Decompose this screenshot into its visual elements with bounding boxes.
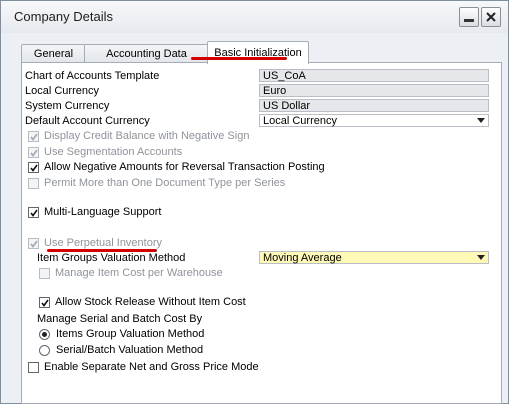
title-bar: Company Details <box>1 1 508 33</box>
checkmark-icon <box>41 299 49 307</box>
annotation-underline-perpetual <box>47 249 157 252</box>
company-details-window: Company Details General Accounting Data … <box>0 0 509 404</box>
chevron-down-icon <box>477 118 485 123</box>
local-currency-label: Local Currency <box>25 85 99 97</box>
checkmark-icon <box>30 164 38 172</box>
stock-release-checkbox[interactable] <box>39 297 50 308</box>
multi-doc-type-checkbox[interactable] <box>28 178 39 189</box>
perpetual-inventory-checkbox[interactable] <box>28 238 39 249</box>
separate-price-mode-label: Enable Separate Net and Gross Price Mode <box>44 361 259 373</box>
checkmark-icon <box>30 240 38 248</box>
coa-template-label: Chart of Accounts Template <box>25 70 160 82</box>
valuation-method-label: Item Groups Valuation Method <box>37 252 186 264</box>
serial-batch-heading: Manage Serial and Batch Cost By <box>37 313 203 325</box>
local-currency-field: Euro <box>259 84 489 97</box>
items-group-valuation-label: Items Group Valuation Method <box>56 328 205 340</box>
chevron-down-icon <box>477 255 485 260</box>
segmentation-label: Use Segmentation Accounts <box>44 146 183 158</box>
serial-batch-valuation-label: Serial/Batch Valuation Method <box>56 344 204 356</box>
valuation-method-select[interactable]: Moving Average <box>259 251 489 264</box>
tab-accounting-data[interactable]: Accounting Data <box>84 44 209 63</box>
cost-per-warehouse-label: Manage Item Cost per Warehouse <box>55 267 223 279</box>
cost-per-warehouse-checkbox[interactable] <box>39 268 50 279</box>
basic-initialization-panel: Chart of Accounts Template US_CoA Local … <box>21 62 502 404</box>
window-title: Company Details <box>14 9 113 24</box>
items-group-valuation-radio[interactable] <box>39 329 50 340</box>
tab-basic-initialization[interactable]: Basic Initialization <box>207 41 309 64</box>
display-credit-label: Display Credit Balance with Negative Sig… <box>44 130 250 142</box>
multi-language-label: Multi-Language Support <box>44 206 162 218</box>
segmentation-checkbox[interactable] <box>28 147 39 158</box>
multi-doc-type-label: Permit More than One Document Type per S… <box>44 177 286 189</box>
checkmark-icon <box>30 149 38 157</box>
stock-release-label: Allow Stock Release Without Item Cost <box>55 296 246 308</box>
system-currency-label: System Currency <box>25 100 110 112</box>
close-button[interactable] <box>481 7 501 27</box>
serial-batch-valuation-radio[interactable] <box>39 345 50 356</box>
valuation-method-value: Moving Average <box>263 252 342 264</box>
multi-language-checkbox[interactable] <box>28 207 39 218</box>
default-account-currency-value: Local Currency <box>263 115 337 127</box>
minimize-button[interactable] <box>459 7 479 27</box>
close-icon <box>486 12 496 22</box>
annotation-underline-tab <box>191 57 287 60</box>
checkmark-icon <box>30 133 38 141</box>
default-account-currency-label: Default Account Currency <box>25 115 150 127</box>
display-credit-checkbox[interactable] <box>28 131 39 142</box>
negative-amounts-checkbox[interactable] <box>28 162 39 173</box>
system-currency-field: US Dollar <box>259 99 489 112</box>
coa-template-field: US_CoA <box>259 69 489 82</box>
tab-general[interactable]: General <box>21 44 86 63</box>
separate-price-mode-checkbox[interactable] <box>28 362 39 373</box>
checkmark-icon <box>30 209 38 217</box>
negative-amounts-label: Allow Negative Amounts for Reversal Tran… <box>44 161 325 173</box>
default-account-currency-select[interactable]: Local Currency <box>259 114 489 127</box>
